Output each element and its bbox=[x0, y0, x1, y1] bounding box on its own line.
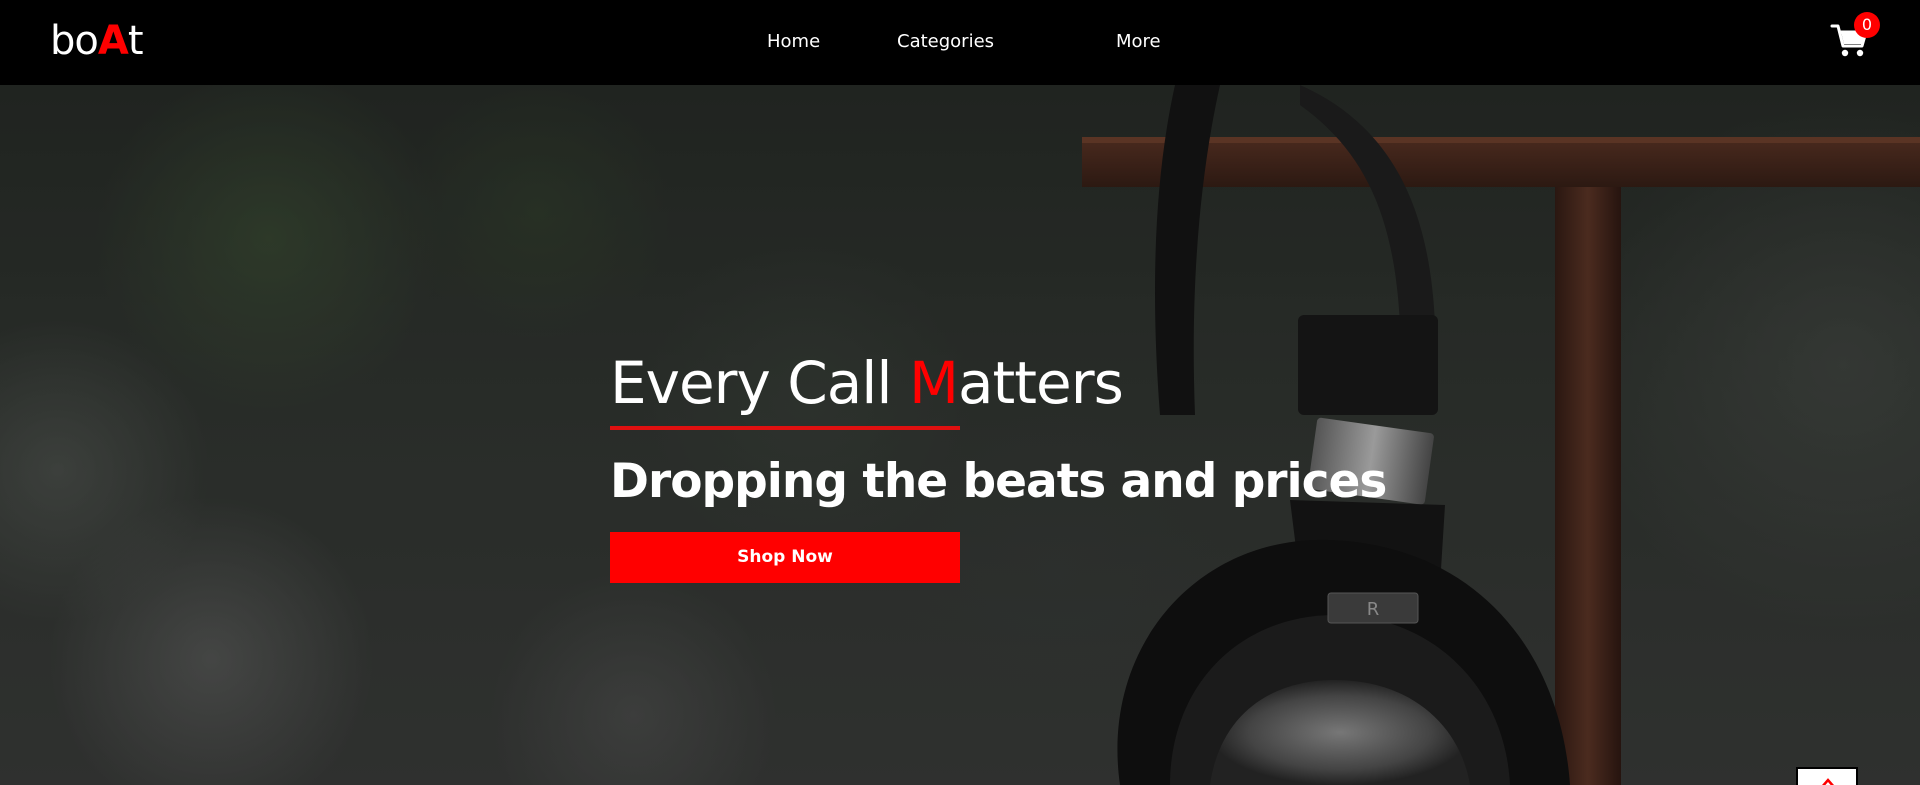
scroll-to-top-button[interactable] bbox=[1796, 767, 1858, 785]
hero-heading-suffix: atters bbox=[958, 349, 1124, 417]
shop-now-button[interactable]: Shop Now bbox=[610, 532, 960, 583]
svg-text:R: R bbox=[1367, 599, 1380, 620]
hero-content: Every Call Matters Dropping the beats an… bbox=[610, 348, 1387, 583]
chevron-up-icon bbox=[1820, 773, 1836, 785]
hero-heading: Every Call Matters bbox=[610, 348, 1370, 418]
site-header: boAt Home Categories More 0 bbox=[0, 0, 1920, 85]
nav-categories[interactable]: Categories bbox=[897, 30, 994, 54]
hero-banner: R Every Call Matters Dropping the beats … bbox=[0, 85, 1920, 785]
nav-more[interactable]: More bbox=[1116, 30, 1161, 54]
main-nav: Home Categories More bbox=[0, 30, 1920, 54]
heading-underline bbox=[610, 426, 960, 430]
cart-count-badge: 0 bbox=[1854, 12, 1880, 38]
hero-heading-prefix: Every Call bbox=[610, 349, 909, 417]
hero-heading-accent: M bbox=[908, 349, 959, 417]
hero-subheading: Dropping the beats and prices bbox=[610, 454, 1387, 509]
cart-button[interactable]: 0 bbox=[1830, 12, 1880, 60]
nav-home[interactable]: Home bbox=[767, 30, 820, 54]
